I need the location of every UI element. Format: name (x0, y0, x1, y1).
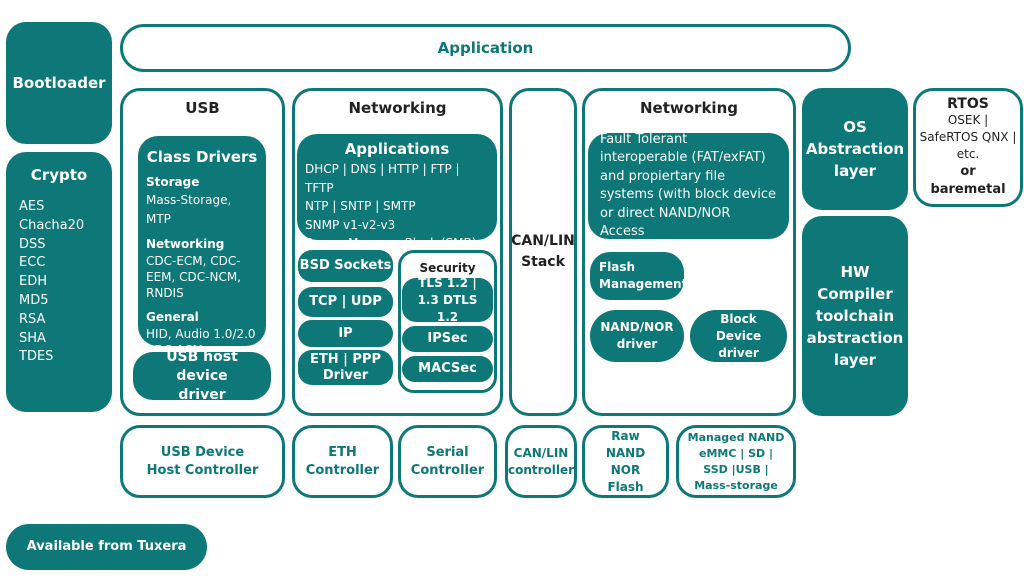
tcp-label: TCP | UDP (309, 294, 382, 309)
net-applications-title: Applications (344, 140, 450, 158)
filesystem-title: Networking (640, 99, 738, 117)
rtos-line: OSEK | SafeRTOS QNX | etc. (919, 113, 1017, 161)
class-drivers-title: Class Drivers (146, 148, 258, 166)
crypto-list: AES Chacha20 DSS ECC EDH MD5 RSA SHA TDES (19, 198, 99, 367)
raw-nand-label: Raw NAND NOR Flash (605, 428, 646, 494)
canlin-stack-box: CAN/LIN Stack (509, 88, 577, 416)
tls-box: TLS 1.2 | 1.3 DTLS 1.2 (402, 276, 493, 324)
crypto-item: RSA (19, 311, 46, 327)
macsec-box: MACSec (402, 356, 493, 382)
macsec-label: MACSec (418, 361, 477, 376)
tcp-udp-box: TCP | UDP (298, 287, 393, 317)
flash-management-box: Flash Management (590, 252, 688, 300)
usb-controller-box: USB Device Host Controller (120, 425, 285, 498)
block-device-driver-box: Block Device driver (690, 310, 787, 362)
usb-host-label: USB host device driver (166, 348, 238, 403)
ip-label: IP (338, 325, 353, 341)
fault-tolerant-box: Fault Tolerant interoperable (FAT/exFAT)… (588, 131, 789, 240)
usb-title: USB (185, 99, 220, 117)
crypto-item: TDES (19, 349, 54, 365)
tls-label: TLS 1.2 | 1.3 DTLS 1.2 (417, 275, 478, 324)
canlin-controller-box: CAN/LIN controller (505, 425, 577, 498)
serial-controller-box: Serial Controller (398, 425, 497, 498)
legend-available-from-tuxera: Available from Tuxera (6, 524, 207, 570)
raw-nand-box: Raw NAND NOR Flash (582, 425, 669, 498)
serial-controller-label: Serial Controller (410, 444, 485, 478)
networking-text: CDC-ECM, CDC-EEM, CDC-NCM, RNDIS (146, 254, 241, 300)
block-label: Block Device driver (715, 311, 762, 360)
networking-title: Networking (348, 99, 447, 117)
application-label: Application (437, 39, 534, 57)
bsd-label: BSD Sockets (299, 258, 392, 273)
architecture-diagram: Application Bootloader Crypto AES Chacha2… (0, 0, 1024, 576)
crypto-title: Crypto (30, 166, 88, 184)
rtos-baremetal: baremetal (930, 182, 1006, 197)
os-abstraction-box: OS Abstraction layer (802, 88, 908, 210)
crypto-item: SHA (19, 330, 46, 346)
ipsec-box: IPSec (402, 326, 493, 352)
crypto-item: MD5 (19, 292, 49, 308)
os-label: OS Abstraction layer (805, 118, 905, 180)
ip-box: IP (298, 320, 393, 347)
crypto-item: DSS (19, 236, 46, 252)
managed-nand-box: Managed NAND eMMC | SD | SSD |USB | Mass… (676, 425, 796, 498)
eth-label: ETH | PPP Driver (310, 351, 382, 383)
net-applications-box: Applications DHCP | DNS | HTTP | FTP | T… (297, 134, 497, 250)
eth-ppp-box: ETH | PPP Driver (298, 350, 393, 385)
eth-controller-box: ETH Controller (292, 425, 393, 498)
eth-controller-label: ETH Controller (305, 444, 380, 478)
nand-nor-driver-box: NAND/NOR driver (590, 310, 684, 362)
class-drivers-box: Class Drivers Storage Mass-Storage, MTP … (138, 136, 266, 357)
canlin-controller-label: CAN/LIN controller (507, 445, 575, 477)
networking-heading: Networking (146, 237, 225, 251)
bootloader-label: Bootloader (12, 74, 106, 92)
fault-tolerant-text: Fault Tolerant interoperable (FAT/exFAT)… (600, 131, 777, 240)
hw-label: HW Compiler toolchain abstraction layer (806, 263, 904, 369)
usb-host-driver-box: USB host device driver (133, 349, 271, 403)
rtos-title: RTOS (947, 96, 989, 112)
canlin-label: CAN/LIN Stack (511, 233, 575, 270)
rtos-box: RTOS OSEK | SafeRTOS QNX | etc. or barem… (913, 88, 1023, 207)
bootloader-box: Bootloader (6, 22, 112, 144)
application-box: Application (120, 24, 851, 72)
app-line: DHCP | DNS | HTTP | FTP | TFTP (305, 162, 460, 195)
app-line: NTP | SNTP | SMTP (305, 199, 416, 213)
ipsec-label: IPSec (427, 331, 468, 346)
rtos-or: or (960, 164, 976, 179)
crypto-item: EDH (19, 274, 47, 290)
usb-controller-label: USB Device Host Controller (146, 444, 259, 478)
nand-label: NAND/NOR driver (600, 320, 674, 351)
crypto-box: Crypto AES Chacha20 DSS ECC EDH MD5 RSA SHA TDES (6, 152, 112, 412)
managed-nand-label: Managed NAND eMMC | SD | SSD |USB | Mass… (687, 430, 785, 492)
crypto-item: Chacha20 (19, 217, 85, 233)
storage-heading: Storage (146, 175, 200, 189)
crypto-item: AES (19, 199, 45, 214)
bsd-sockets-box: BSD Sockets (298, 250, 393, 282)
flash-label: Flash Management (599, 260, 688, 291)
app-line: SNMP v1-v2-v3 (305, 217, 396, 232)
storage-text: Mass-Storage, MTP (146, 193, 232, 226)
crypto-item: ECC (19, 255, 46, 271)
hw-abstraction-box: HW Compiler toolchain abstraction layer (802, 216, 908, 416)
legend-label: Available from Tuxera (26, 539, 187, 554)
general-heading: General (146, 310, 199, 324)
